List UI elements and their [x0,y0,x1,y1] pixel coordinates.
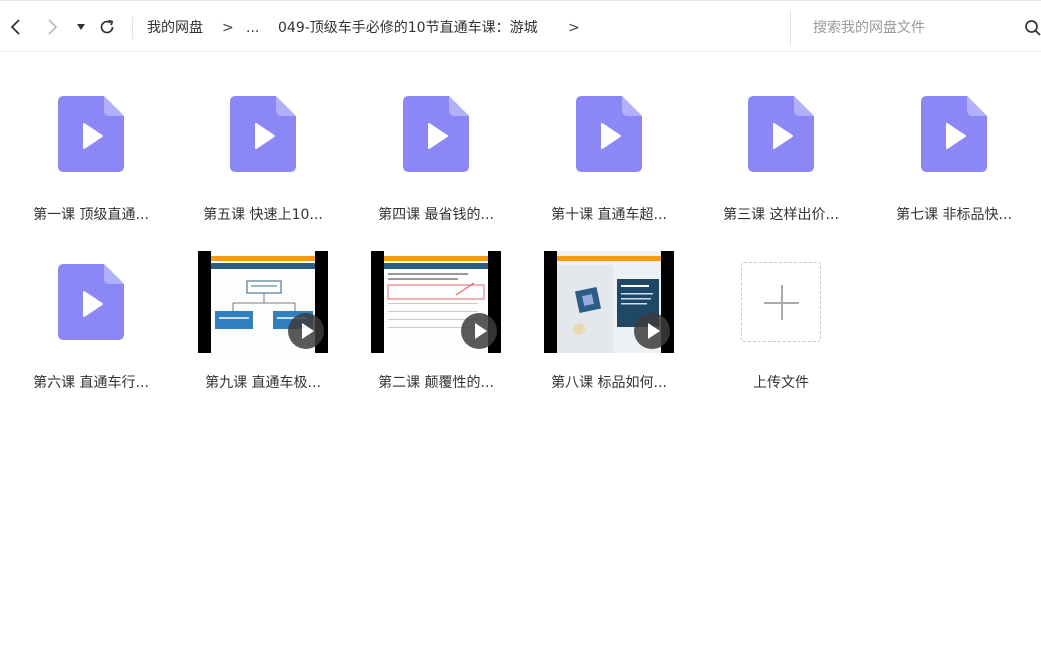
play-icon [634,313,670,349]
file-name: 第五课 快速上10... [203,207,323,223]
video-file-icon [403,96,469,172]
breadcrumb-separator: > [222,20,234,36]
video-file-icon [748,96,814,172]
caret-down-icon [77,24,85,30]
file-item[interactable]: 第三课 这样出价... [706,78,856,228]
file-name: 第二课 颠覆性的... [378,375,494,391]
play-icon [288,313,324,349]
file-grid: 第一课 顶级直通... 第五课 快速上10... 第四课 最省钱的... 第十课… [0,52,1041,659]
file-name: 第十课 直通车超... [551,207,667,223]
video-file-icon [230,96,296,172]
file-name: 第一课 顶级直通... [33,207,149,223]
file-name: 第三课 这样出价... [723,207,839,223]
toolbar-divider [132,17,133,39]
file-thumbnail [361,246,511,358]
file-item[interactable]: 第八课 标品如何... [534,246,684,396]
chevron-right-icon [48,19,58,35]
upload-label: 上传文件 [753,375,809,391]
upload-thumbnail [706,246,856,358]
video-file-icon [921,96,987,172]
file-item[interactable]: 第四课 最省钱的... [361,78,511,228]
video-file-icon [58,264,124,340]
video-thumbnail [371,251,501,353]
refresh-button[interactable] [96,11,118,43]
file-item[interactable]: 第十课 直通车超... [534,78,684,228]
file-thumbnail [188,78,338,190]
forward-button[interactable] [42,11,64,43]
file-thumbnail [16,246,166,358]
file-thumbnail [361,78,511,190]
file-thumbnail [16,78,166,190]
file-item[interactable]: 第七课 非标品快... [879,78,1029,228]
video-file-icon [576,96,642,172]
file-item[interactable]: 第九课 直通车极... [188,246,338,396]
video-file-icon [58,96,124,172]
video-thumbnail [198,251,328,353]
file-item[interactable]: 第六课 直通车行... [16,246,166,396]
file-item[interactable]: 第二课 颠覆性的... [361,246,511,396]
plus-icon [741,262,821,342]
breadcrumb-current-folder[interactable]: 049-顶级车手必修的10节直通车课：游城 [278,18,538,38]
file-thumbnail [534,78,684,190]
play-icon [461,313,497,349]
file-thumbnail [706,78,856,190]
search-icon[interactable] [1024,19,1041,37]
breadcrumb-ellipsis[interactable]: ... [246,18,259,38]
file-item[interactable]: 第五课 快速上10... [188,78,338,228]
file-name: 第九课 直通车极... [205,375,321,391]
file-name: 第四课 最省钱的... [378,207,494,223]
toolbar: 我的网盘 > ... 049-顶级车手必修的10节直通车课：游城 > [0,0,1041,52]
search-input[interactable] [813,16,1013,40]
file-name: 第八课 标品如何... [551,375,667,391]
breadcrumb-separator[interactable]: > [568,18,580,38]
back-button[interactable] [4,11,26,43]
file-thumbnail [879,78,1029,190]
upload-file-button[interactable]: 上传文件 [706,246,856,396]
video-thumbnail [544,251,674,353]
search-box [790,11,1041,45]
file-name: 第七课 非标品快... [896,207,1012,223]
file-thumbnail [534,246,684,358]
file-thumbnail [188,246,338,358]
history-dropdown-button[interactable] [74,11,88,43]
breadcrumb-root[interactable]: 我的网盘 [147,18,203,38]
chevron-left-icon [10,19,20,35]
file-name: 第六课 直通车行... [33,375,149,391]
refresh-icon [100,19,114,34]
file-item[interactable]: 第一课 顶级直通... [16,78,166,228]
